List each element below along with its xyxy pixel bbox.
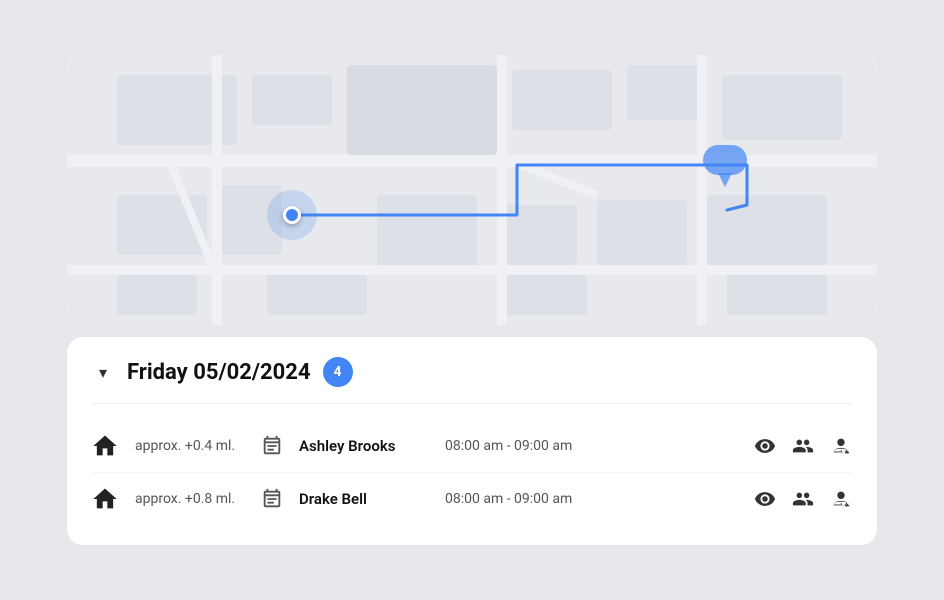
time-range: 08:00 am - 09:00 am — [445, 491, 737, 507]
person-edit-icon[interactable] — [829, 487, 853, 511]
schedule-card: ▾ Friday 05/02/2024 4 approx. +0.4 ml. A… — [67, 337, 877, 545]
action-icons — [753, 434, 853, 458]
person-name: Drake Bell — [299, 490, 429, 508]
dest-pointer — [718, 173, 732, 187]
destination-pin — [703, 145, 747, 187]
dest-bubble — [703, 145, 747, 175]
home-icon — [91, 432, 119, 460]
origin-dot — [283, 206, 301, 224]
origin-marker — [267, 190, 317, 240]
schedule-row: approx. +0.4 ml. Ashley Brooks 08:00 am … — [91, 420, 853, 473]
calendar-icon — [261, 435, 283, 457]
collapse-chevron-icon[interactable]: ▾ — [91, 360, 115, 384]
action-icons — [753, 487, 853, 511]
home-icon — [91, 485, 119, 513]
route-line-svg — [67, 55, 877, 325]
view-icon[interactable] — [753, 487, 777, 511]
view-icon[interactable] — [753, 434, 777, 458]
date-title: Friday 05/02/2024 — [127, 360, 311, 385]
calendar-icon — [261, 488, 283, 510]
distance-text: approx. +0.4 ml. — [135, 438, 245, 454]
main-container: ▾ Friday 05/02/2024 4 approx. +0.4 ml. A… — [67, 55, 877, 545]
count-badge: 4 — [323, 357, 353, 387]
person-check-icon[interactable] — [791, 487, 815, 511]
distance-text: approx. +0.8 ml. — [135, 491, 245, 507]
map-background — [67, 55, 877, 325]
map-card — [67, 55, 877, 325]
schedule-row: approx. +0.8 ml. Drake Bell 08:00 am - 0… — [91, 473, 853, 525]
person-check-icon[interactable] — [791, 434, 815, 458]
schedule-header: ▾ Friday 05/02/2024 4 — [91, 357, 853, 404]
person-name: Ashley Brooks — [299, 437, 429, 455]
person-edit-icon[interactable] — [829, 434, 853, 458]
time-range: 08:00 am - 09:00 am — [445, 438, 737, 454]
